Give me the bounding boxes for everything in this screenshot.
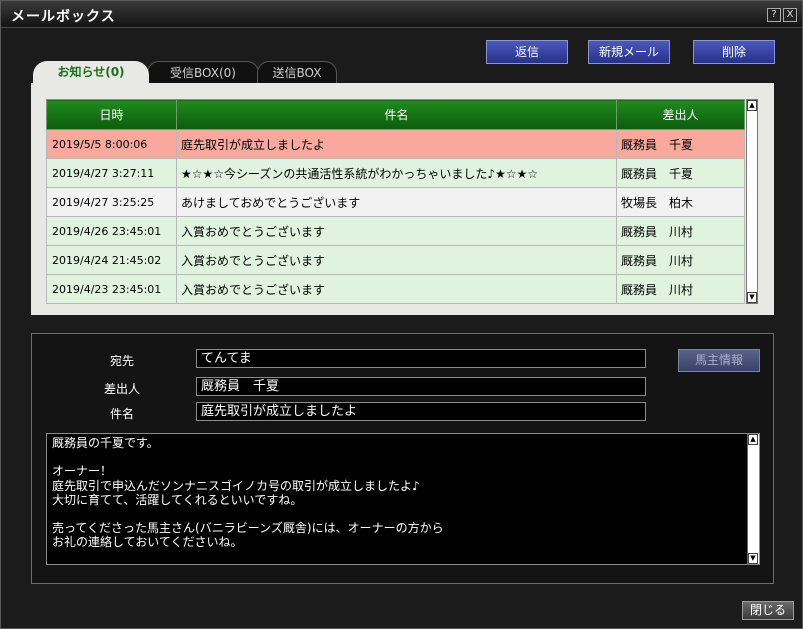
tab-inbox[interactable]: 受信BOX(0)	[147, 61, 259, 84]
owner-info-button[interactable]: 馬主情報	[678, 349, 760, 372]
subject-label: 件名	[109, 407, 134, 421]
scroll-down-icon[interactable]: ▼	[747, 292, 757, 303]
mail-table: 日時 件名 差出人 2019/5/5 8:00:06 庭先取引が成立しましたよ …	[46, 99, 745, 304]
to-field: てんてま	[196, 349, 646, 368]
mail-detail-panel: 宛先 てんてま 差出人 厩務員 千夏 件名 庭先取引が成立しましたよ 馬主情報 …	[31, 333, 774, 584]
row-date: 2019/4/24 21:45:02	[46, 245, 177, 275]
row-subject: 入賞おめでとうございます	[176, 216, 617, 246]
table-header-row: 日時 件名 差出人	[46, 99, 745, 130]
header-subject[interactable]: 件名	[176, 99, 617, 130]
title-bar: メールボックス ? X	[1, 1, 802, 28]
table-row[interactable]: 2019/4/27 3:25:25 あけましておめでとうございます 牧場長 柏木	[46, 187, 745, 217]
row-subject: 入賞おめでとうございます	[176, 245, 617, 275]
subject-field: 庭先取引が成立しましたよ	[196, 402, 646, 421]
mailbox-window: メールボックス ? X 返信 新規メール 削除 お知らせ(0) 受信BOX(0)…	[0, 0, 803, 629]
table-row[interactable]: 2019/4/24 21:45:02 入賞おめでとうございます 厩務員 川村	[46, 245, 745, 275]
scroll-up-icon[interactable]: ▲	[747, 100, 757, 111]
list-scrollbar[interactable]: ▲ ▼	[746, 99, 758, 304]
from-field: 厩務員 千夏	[196, 377, 646, 396]
row-sender: 厩務員 千夏	[616, 158, 745, 188]
row-date: 2019/4/27 3:27:11	[46, 158, 177, 188]
row-date: 2019/5/5 8:00:06	[46, 129, 177, 159]
new-mail-button[interactable]: 新規メール	[588, 40, 670, 64]
reply-button[interactable]: 返信	[486, 40, 568, 64]
row-date: 2019/4/27 3:25:25	[46, 187, 177, 217]
row-date: 2019/4/26 23:45:01	[46, 216, 177, 246]
row-sender: 厩務員 川村	[616, 216, 745, 246]
row-sender: 牧場長 柏木	[616, 187, 745, 217]
row-subject: ★☆★☆今シーズンの共通活性系統がわかっちゃいました♪★☆★☆	[176, 158, 617, 188]
delete-button[interactable]: 削除	[693, 40, 775, 64]
row-date: 2019/4/23 23:45:01	[46, 274, 177, 304]
close-icon[interactable]: X	[783, 8, 797, 22]
mail-list-panel: 日時 件名 差出人 2019/5/5 8:00:06 庭先取引が成立しましたよ …	[31, 83, 774, 315]
row-sender: 厩務員 川村	[616, 245, 745, 275]
row-subject: 入賞おめでとうございます	[176, 274, 617, 304]
help-icon[interactable]: ?	[767, 8, 781, 22]
row-sender: 厩務員 川村	[616, 274, 745, 304]
tab-notices[interactable]: お知らせ(0)	[33, 61, 149, 84]
header-sender[interactable]: 差出人	[616, 99, 745, 130]
window-title: メールボックス	[11, 9, 116, 25]
scroll-down-icon[interactable]: ▼	[748, 553, 758, 564]
scroll-up-icon[interactable]: ▲	[748, 434, 758, 445]
table-row[interactable]: 2019/4/27 3:27:11 ★☆★☆今シーズンの共通活性系統がわかっちゃ…	[46, 158, 745, 188]
to-label: 宛先	[109, 354, 134, 368]
body-scrollbar[interactable]: ▲ ▼	[747, 434, 759, 564]
mail-body: 厩務員の千夏です。 オーナー！ 庭先取引で申込んだソンナニスゴイノカ号の取引が成…	[46, 433, 760, 565]
tab-sent[interactable]: 送信BOX	[257, 61, 337, 84]
from-label: 差出人	[103, 382, 140, 396]
mail-body-text: 厩務員の千夏です。 オーナー！ 庭先取引で申込んだソンナニスゴイノカ号の取引が成…	[52, 436, 444, 550]
table-row[interactable]: 2019/4/26 23:45:01 入賞おめでとうございます 厩務員 川村	[46, 216, 745, 246]
row-subject: 庭先取引が成立しましたよ	[176, 129, 617, 159]
close-button[interactable]: 閉じる	[742, 601, 794, 620]
row-sender: 厩務員 千夏	[616, 129, 745, 159]
row-subject: あけましておめでとうございます	[176, 187, 617, 217]
header-date[interactable]: 日時	[46, 99, 177, 130]
table-row[interactable]: 2019/4/23 23:45:01 入賞おめでとうございます 厩務員 川村	[46, 274, 745, 304]
table-row[interactable]: 2019/5/5 8:00:06 庭先取引が成立しましたよ 厩務員 千夏	[46, 129, 745, 159]
